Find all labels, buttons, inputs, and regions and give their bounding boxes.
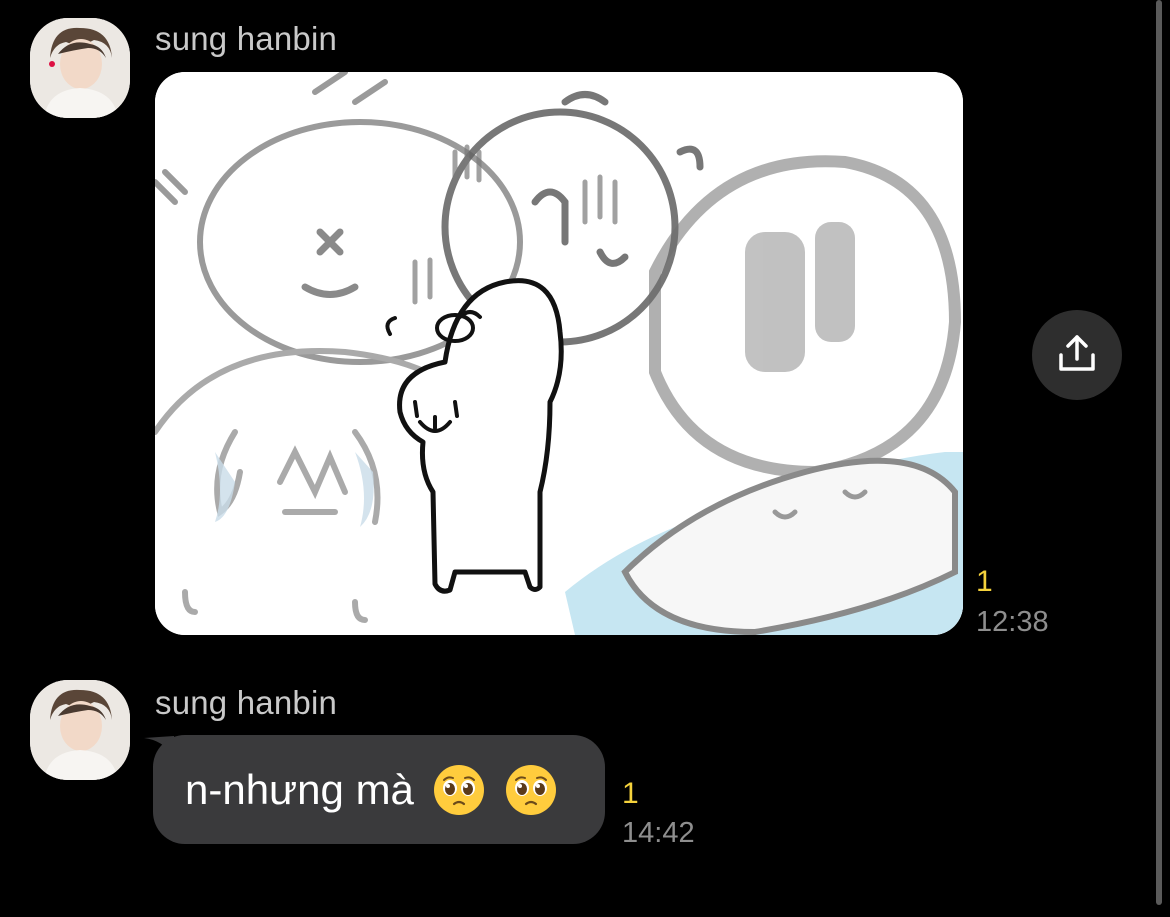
message-time: 12:38 [976, 606, 1049, 638]
sender-name: sung hanbin [155, 684, 338, 721]
pleading-face-emoji [432, 763, 486, 817]
avatar[interactable] [30, 680, 130, 780]
pleading-face-emoji [504, 763, 558, 817]
shared-image[interactable] [155, 72, 963, 635]
message-bubble[interactable]: n-nhưng mà [153, 735, 605, 844]
share-button[interactable] [1032, 310, 1122, 400]
avatar[interactable] [30, 18, 130, 118]
share-upload-icon [1055, 331, 1099, 380]
unread-count: 1 [622, 777, 639, 810]
unread-count: 1 [976, 565, 993, 598]
sender-name: sung hanbin [155, 20, 338, 57]
message-text: n-nhưng mà [185, 765, 414, 813]
message-time: 14:42 [622, 817, 695, 849]
scrollbar[interactable] [1156, 0, 1162, 905]
